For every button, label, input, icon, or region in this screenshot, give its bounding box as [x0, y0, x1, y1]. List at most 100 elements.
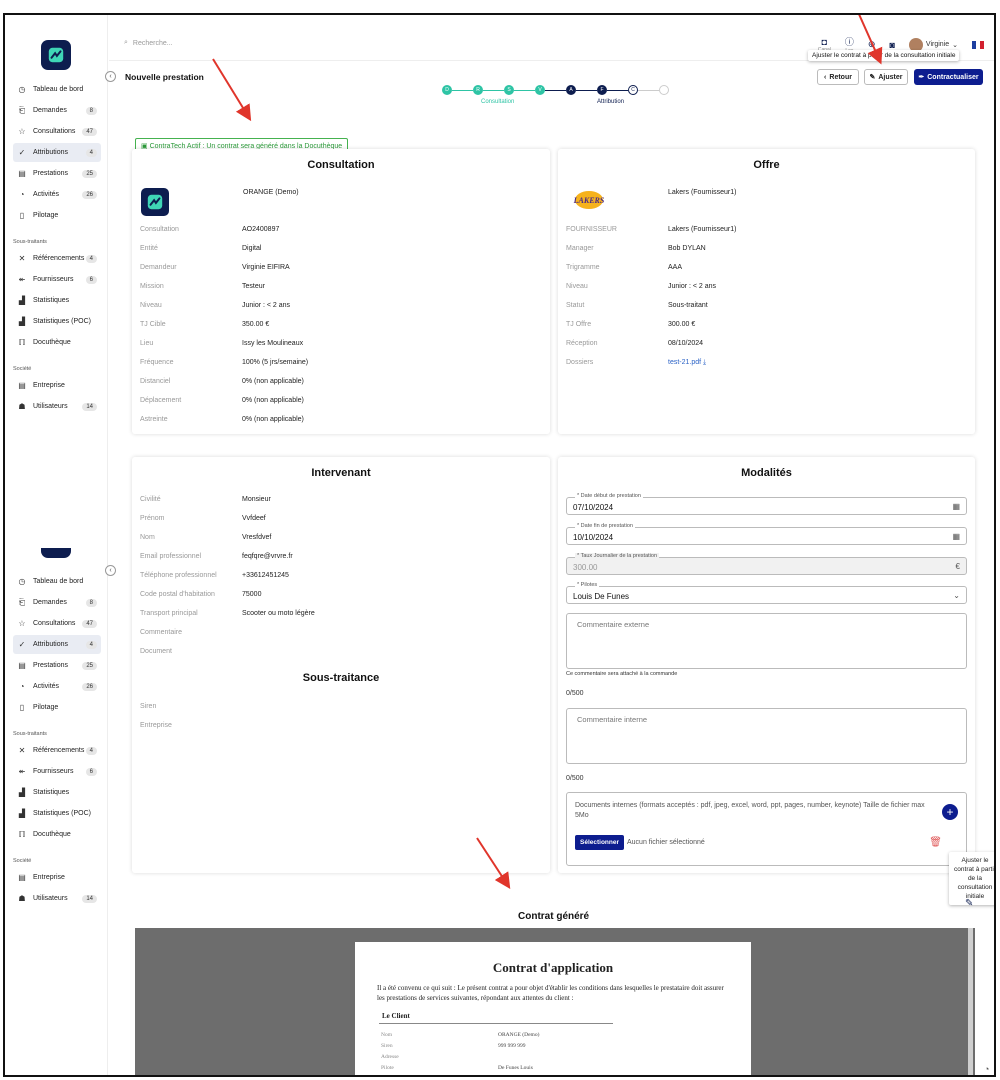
sous-traitance-details: Siren Entreprise [140, 697, 542, 735]
detail-value: Vresfdvef [242, 534, 272, 541]
detail-key: Entreprise [140, 722, 172, 729]
retour-button[interactable]: ‹ Retour [817, 69, 859, 85]
sidebar-item-attributions[interactable]: ✓ Attributions 4 [13, 635, 101, 654]
sidebar-item-attributions[interactable]: ✓ Attributions 4 [13, 143, 101, 162]
sidebar-item-docuth-que[interactable]: ℿ Docuthèque [13, 825, 101, 844]
commentaire-interne-placeholder: Commentaire interne [577, 715, 648, 724]
sidebar-item-activit-s[interactable]: ◔ Activités 26 [13, 185, 101, 204]
arrow-to-contratech [212, 58, 252, 122]
sidebar-item-prestations[interactable]: ▤ Prestations 25 [13, 164, 101, 183]
detail-row: Réception 08/10/2024 [566, 334, 967, 353]
edit-icon: ✎ [869, 74, 876, 81]
edit-contract-icon[interactable]: ✎ [965, 898, 973, 909]
detail-key: Dossiers [566, 359, 594, 366]
sidebar-item-activit-s[interactable]: ◔ Activités 26 [13, 677, 101, 696]
sidebar-item-statistiques-poc-[interactable]: ▟ Statistiques (POC) [13, 804, 101, 823]
search-box[interactable]: ⌕ Recherche... [124, 39, 173, 47]
trash-icon[interactable]: 🗑 [929, 837, 942, 848]
step-dot [659, 85, 669, 95]
pilotes-select[interactable]: * Pilotes Louis De Funes ⌄ [566, 582, 967, 604]
tj-label: * Taux Journalier de la prestation [575, 553, 660, 559]
add-document-icon[interactable]: + [942, 804, 958, 820]
sidebar-item-label: Utilisateurs [33, 403, 68, 410]
calendar-icon[interactable]: ▦ [952, 502, 960, 511]
detail-row: Manager Bob DYLAN [566, 239, 967, 258]
cookie-icon[interactable]: ◔ [984, 1064, 989, 1074]
sidebar-item-label: Fournisseurs [33, 768, 74, 775]
date-debut-field[interactable]: * Date début de prestation 07/10/2024 ▦ [566, 493, 967, 515]
sidebar-item-fournisseurs[interactable]: ↞ Fournisseurs 6 [13, 270, 101, 289]
stats-poc-icon: ▟ [18, 317, 26, 326]
detail-key: Transport principal [140, 610, 198, 617]
sidebar-item-statistiques[interactable]: ▟ Statistiques [13, 783, 101, 802]
count-badge: 8 [85, 106, 97, 115]
detail-key: Manager [566, 245, 594, 252]
sidebar-item-pilotage[interactable]: ▯ Pilotage [13, 698, 101, 717]
contract-title: Contrat d'application [492, 960, 614, 975]
commentaire-externe-placeholder: Commentaire externe [577, 620, 650, 629]
ajuster-button[interactable]: ✎ Ajuster [864, 69, 908, 85]
detail-row: Distanciel 0% (non applicable) [140, 372, 542, 391]
sidebar-item-consultations[interactable]: ☆ Consultations 47 [13, 614, 101, 633]
commentaire-externe-field[interactable]: Commentaire externe [566, 613, 967, 669]
contractualiser-button[interactable]: ✒ Contractualiser [914, 69, 983, 85]
sidebar-item-utilisateurs[interactable]: ☗ Utilisateurs 14 [13, 889, 101, 908]
sidebar-item-statistiques-poc-[interactable]: ▟ Statistiques (POC) [13, 312, 101, 331]
help-button[interactable]: ⊕ [868, 39, 876, 50]
detail-value[interactable]: test-21.pdf ⤓ [668, 359, 706, 367]
calendar-icon[interactable]: ▦ [952, 532, 960, 541]
sidebar-item-r-f-rencements[interactable]: ✕ Référencements 4 [13, 741, 101, 760]
detail-value: Vvfdeef [242, 515, 266, 522]
section-label: Société [13, 858, 32, 864]
sidebar-item-prestations[interactable]: ▤ Prestations 25 [13, 656, 101, 675]
detail-row: Trigramme AAA [566, 258, 967, 277]
sidebar-item-r-f-rencements[interactable]: ✕ Référencements 4 [13, 249, 101, 268]
sidebar-item-demandes[interactable]: ⎗ Demandes 8 [13, 101, 101, 120]
french-flag-icon[interactable] [972, 40, 984, 49]
library-icon: ℿ [18, 338, 26, 347]
chevron-down-icon: ⌄ [952, 41, 958, 49]
count-badge: 26 [82, 190, 97, 199]
contract-scrollbar[interactable] [968, 928, 973, 1075]
date-fin-field[interactable]: * Date fin de prestation 10/10/2024 ▦ [566, 523, 967, 545]
count-badge: 14 [82, 894, 97, 903]
sidebar-item-demandes[interactable]: ⎗ Demandes 8 [13, 593, 101, 612]
commentaire-interne-field[interactable]: Commentaire interne [566, 708, 967, 764]
detail-key: Document [140, 648, 172, 655]
detail-value: Sous-traitant [668, 302, 708, 309]
detail-key: TJ Cible [140, 321, 166, 328]
collapse-sidebar-button[interactable]: ‹ [105, 71, 116, 82]
sidebar-item-docuth-que[interactable]: ℿ Docuthèque [13, 333, 101, 352]
count-badge: 6 [85, 275, 97, 284]
sidebar-item-tableau-de-bord[interactable]: ◷ Tableau de bord [13, 572, 101, 591]
detail-row: Demandeur Virginie EIFIRA [140, 258, 542, 277]
notif-button[interactable]: ◙ [889, 40, 894, 50]
sidebar-item-entreprise[interactable]: ▤ Entreprise [13, 376, 101, 395]
sidebar-item-utilisateurs[interactable]: ☗ Utilisateurs 14 [13, 397, 101, 416]
detail-value: Scooter ou moto légère [242, 610, 315, 617]
detail-row: Nom Vresfdvef [140, 528, 542, 547]
detail-row: Statut Sous-traitant [566, 296, 967, 315]
pen-icon: ✒ [918, 74, 925, 81]
detail-row: FOURNISSEUR Lakers (Fournisseur1) [566, 220, 967, 239]
app-logo[interactable] [41, 40, 71, 70]
detail-row: Consultation AO2400897 [140, 220, 542, 239]
step-label-consultation: Consultation [481, 99, 515, 105]
sidebar-item-entreprise[interactable]: ▤ Entreprise [13, 868, 101, 887]
detail-value: AAA [668, 264, 683, 271]
sidebar-item-consultations[interactable]: ☆ Consultations 47 [13, 122, 101, 141]
contract-client-row: Nom ORANGE (Demo) [381, 1032, 539, 1038]
detail-key: Consultation [140, 226, 179, 233]
detail-row: Téléphone professionnel +33612451245 [140, 566, 542, 585]
sidebar-item-tableau-de-bord[interactable]: ◷ Tableau de bord [13, 80, 101, 99]
select-file-button[interactable]: Sélectionner [575, 835, 625, 850]
sidebar-item-pilotage[interactable]: ▯ Pilotage [13, 206, 101, 225]
collapse-sidebar-button-duplicate[interactable]: ‹ [105, 565, 116, 576]
detail-key: Nom [140, 534, 155, 541]
network-icon: ✕ [18, 746, 26, 755]
step-label-attribution: Attribution [597, 99, 625, 105]
sidebar-item-fournisseurs[interactable]: ↞ Fournisseurs 6 [13, 762, 101, 781]
dashboard-icon: ◷ [18, 85, 26, 94]
contract-document: Contrat d'application Il a été convenu c… [355, 942, 751, 1075]
sidebar-item-statistiques[interactable]: ▟ Statistiques [13, 291, 101, 310]
